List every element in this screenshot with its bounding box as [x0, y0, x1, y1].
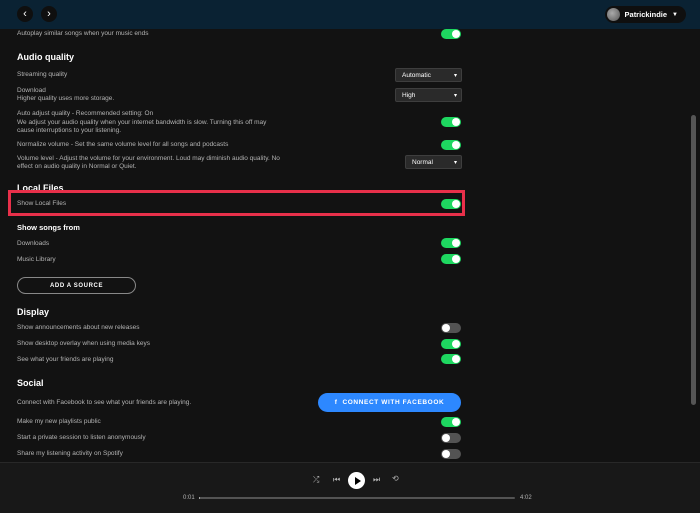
downloads-label: Downloads — [17, 240, 50, 247]
chevron-down-icon: ▾ — [453, 73, 457, 79]
toggle-knob — [452, 255, 460, 263]
audio-quality-heading: Audio quality — [17, 52, 74, 62]
desktop-overlay-label: Show desktop overlay when using media ke… — [17, 340, 150, 347]
music-library-label: Music Library — [17, 256, 56, 263]
chevron-left-icon: ‹ — [23, 8, 27, 20]
normalize-volume-toggle[interactable] — [441, 140, 461, 150]
user-menu-button[interactable]: Patrickindie ▼ — [604, 6, 686, 23]
connect-facebook-label: CONNECT WITH FACEBOOK — [342, 399, 445, 406]
repeat-icon[interactable]: ⟲ — [392, 474, 399, 483]
username: Patrickindie — [624, 10, 668, 19]
announcements-toggle[interactable] — [441, 323, 461, 333]
avatar — [606, 8, 620, 21]
toggle-knob — [442, 434, 450, 442]
scrollbar[interactable] — [686, 29, 700, 462]
toggle-knob — [442, 450, 450, 458]
shuffle-icon[interactable]: ⤮ — [313, 475, 319, 485]
toggle-knob — [452, 340, 460, 348]
player-bar: ⤮ ⏮ ⏭ ⟲ 0:01 4:02 — [0, 462, 700, 513]
streaming-quality-label: Streaming quality — [17, 71, 68, 78]
toggle-knob — [452, 418, 460, 426]
play-button[interactable] — [348, 472, 365, 489]
settings-panel: Autoplay similar songs when your music e… — [0, 29, 686, 462]
autoplay-label: Autoplay similar songs when your music e… — [17, 30, 149, 37]
auto-adjust-desc-2: cause interruptions to your listening. — [17, 127, 122, 134]
auto-adjust-desc-1: We adjust your audio quality when your i… — [17, 119, 267, 126]
downloads-toggle[interactable] — [441, 238, 461, 248]
chevron-down-icon: ▾ — [453, 93, 457, 99]
toggle-knob — [442, 324, 450, 332]
play-icon — [354, 476, 361, 485]
auto-adjust-label: Auto adjust quality - Recommended settin… — [17, 110, 154, 117]
progress-bar[interactable] — [199, 497, 515, 499]
chevron-down-icon: ▾ — [453, 160, 457, 166]
caret-down-icon: ▼ — [672, 11, 678, 18]
desktop-overlay-toggle[interactable] — [441, 339, 461, 349]
highlight-annotation-box — [8, 190, 465, 216]
back-button[interactable]: ‹ — [17, 6, 33, 22]
toggle-knob — [452, 30, 460, 38]
toggle-knob — [452, 141, 460, 149]
volume-level-label: Volume level - Adjust the volume for you… — [17, 155, 280, 162]
private-session-toggle[interactable] — [441, 433, 461, 443]
chevron-right-icon: › — [47, 8, 51, 20]
download-label: Download — [17, 87, 46, 94]
share-activity-label: Share my listening activity on Spotify — [17, 450, 123, 457]
friends-playing-label: See what your friends are playing — [17, 356, 114, 363]
volume-level-value: Normal — [412, 159, 433, 166]
announcements-label: Show announcements about new releases — [17, 324, 140, 331]
share-activity-toggle[interactable] — [441, 449, 461, 459]
volume-level-desc: effect on audio quality in Normal or Qui… — [17, 163, 137, 170]
facebook-icon: f — [334, 399, 338, 406]
private-session-label: Start a private session to listen anonym… — [17, 434, 146, 441]
auto-adjust-toggle[interactable] — [441, 117, 461, 127]
download-sublabel: Higher quality uses more storage. — [17, 95, 115, 102]
connect-facebook-text: Connect with Facebook to see what your f… — [17, 399, 192, 406]
volume-level-select[interactable]: Normal ▾ — [405, 155, 462, 169]
elapsed-time: 0:01 — [183, 495, 195, 501]
toggle-knob — [452, 355, 460, 363]
toggle-knob — [452, 239, 460, 247]
streaming-quality-value: Automatic — [402, 72, 431, 79]
friends-playing-toggle[interactable] — [441, 354, 461, 364]
music-library-toggle[interactable] — [441, 254, 461, 264]
autoplay-toggle[interactable] — [441, 29, 461, 39]
connect-facebook-button[interactable]: f CONNECT WITH FACEBOOK — [318, 393, 461, 412]
download-quality-select[interactable]: High ▾ — [395, 88, 462, 102]
show-songs-from-heading: Show songs from — [17, 223, 80, 232]
streaming-quality-select[interactable]: Automatic ▾ — [395, 68, 462, 82]
next-icon[interactable]: ⏭ — [373, 475, 380, 485]
download-quality-value: High — [402, 92, 416, 99]
toggle-knob — [452, 118, 460, 126]
progress-fill — [199, 497, 201, 499]
previous-icon[interactable]: ⏮ — [333, 475, 340, 485]
display-heading: Display — [17, 307, 50, 317]
public-playlists-toggle[interactable] — [441, 417, 461, 427]
duration-time: 4:02 — [520, 495, 532, 501]
public-playlists-label: Make my new playlists public — [17, 418, 101, 425]
top-bar: ‹ › Patrickindie ▼ — [0, 0, 700, 29]
add-source-button[interactable]: ADD A SOURCE — [17, 277, 136, 294]
normalize-volume-label: Normalize volume - Set the same volume l… — [17, 141, 229, 148]
scrollbar-thumb[interactable] — [691, 115, 696, 405]
social-heading: Social — [17, 378, 44, 388]
forward-button[interactable]: › — [41, 6, 57, 22]
